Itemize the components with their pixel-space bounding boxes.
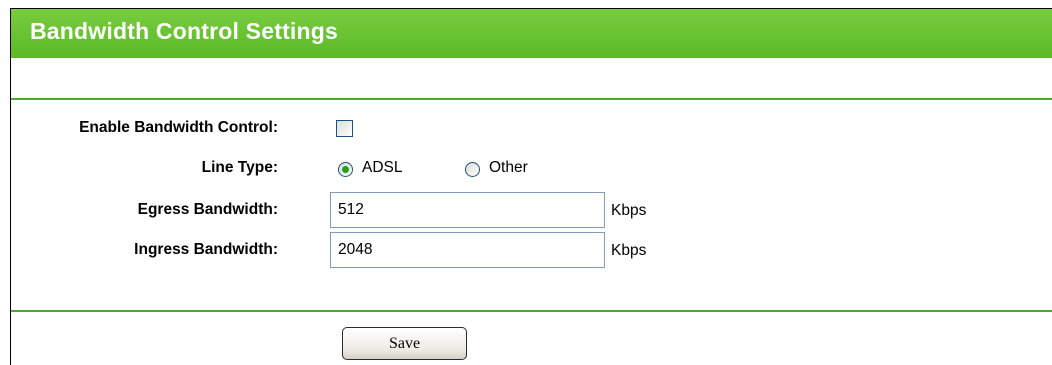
page-title: Bandwidth Control Settings: [30, 18, 339, 44]
line-type-adsl-label: ADSL: [362, 159, 403, 176]
ingress-unit: Kbps: [611, 242, 647, 259]
enable-bandwidth-label: Enable Bandwidth Control:: [79, 119, 278, 136]
egress-bandwidth-label: Egress Bandwidth:: [137, 201, 278, 218]
line-type-label: Line Type:: [201, 159, 278, 176]
egress-bandwidth-input[interactable]: [330, 192, 605, 228]
egress-unit: Kbps: [611, 202, 647, 219]
settings-panel: Bandwidth Control Settings Enable Bandwi…: [10, 8, 1052, 365]
title-bar: Bandwidth Control Settings: [11, 9, 1052, 58]
save-button[interactable]: Save: [342, 327, 467, 360]
top-divider: [11, 98, 1052, 100]
line-type-adsl-radio[interactable]: [338, 162, 353, 177]
radio-selected-dot: [342, 166, 349, 173]
line-type-other-label: Other: [489, 159, 528, 176]
bottom-divider: [11, 310, 1052, 312]
ingress-bandwidth-input[interactable]: [330, 232, 605, 268]
enable-bandwidth-checkbox[interactable]: [336, 120, 353, 137]
ingress-bandwidth-label: Ingress Bandwidth:: [134, 241, 278, 258]
line-type-other-radio[interactable]: [465, 162, 480, 177]
